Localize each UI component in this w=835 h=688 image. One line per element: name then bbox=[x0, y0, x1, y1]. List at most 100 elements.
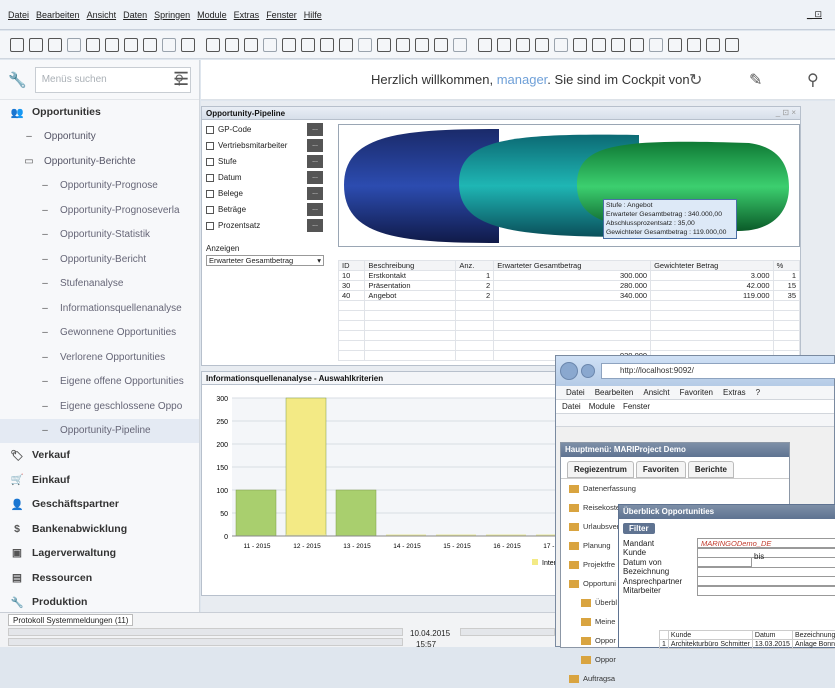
criteria-picker-button[interactable]: ... bbox=[307, 155, 323, 168]
app-menu-item[interactable]: Module bbox=[589, 402, 615, 411]
menu-4[interactable]: Springen bbox=[154, 10, 190, 20]
main-menu-item[interactable]: Auftragsa bbox=[561, 669, 789, 688]
toolbar-icon[interactable] bbox=[687, 38, 701, 52]
browser-menu-item[interactable]: Favoriten bbox=[680, 388, 713, 397]
menu-search-input[interactable]: Menüs suchen ⚲ bbox=[35, 67, 191, 93]
grid-header[interactable]: Kunde bbox=[668, 631, 752, 640]
toolbar-icon[interactable] bbox=[415, 38, 429, 52]
browser-menu-item[interactable]: Extras bbox=[723, 388, 746, 397]
bar-empfehlung[interactable] bbox=[236, 490, 276, 536]
menu-1[interactable]: Bearbeiten bbox=[36, 10, 80, 20]
toolbar-icon[interactable] bbox=[301, 38, 315, 52]
sidebar-item[interactable]: –Eigene offene Opportunities bbox=[0, 370, 199, 395]
toolbar-icon[interactable] bbox=[320, 38, 334, 52]
toolbar-icon[interactable] bbox=[282, 38, 296, 52]
sidebar-item[interactable]: –Informationsquellenanalyse bbox=[0, 296, 199, 321]
menu-7[interactable]: Fenster bbox=[266, 10, 297, 20]
toolbar-icon[interactable] bbox=[358, 38, 372, 52]
table-row[interactable]: 30Präsentation2280.00042.00015 bbox=[339, 281, 800, 291]
criteria-picker-button[interactable]: ... bbox=[307, 139, 323, 152]
sidebar-item[interactable]: ▤Ressourcen bbox=[0, 566, 199, 591]
toolbar-icon[interactable] bbox=[592, 38, 606, 52]
criteria-checkbox[interactable] bbox=[206, 190, 214, 198]
grid-header[interactable]: Bezeichnung bbox=[792, 631, 835, 640]
toolbar-icon[interactable] bbox=[649, 38, 663, 52]
window-controls[interactable]: _ ⊡ × bbox=[776, 108, 796, 117]
grid-header[interactable]: Datum bbox=[752, 631, 792, 640]
toolbar-icon[interactable] bbox=[206, 38, 220, 52]
sidebar-item[interactable]: –Gewonnene Opportunities bbox=[0, 321, 199, 346]
toolbar-icon[interactable] bbox=[105, 38, 119, 52]
toolbar-icon[interactable] bbox=[725, 38, 739, 52]
criteria-picker-button[interactable]: ... bbox=[307, 187, 323, 200]
forward-button[interactable] bbox=[581, 364, 595, 378]
menu-8[interactable]: Hilfe bbox=[304, 10, 322, 20]
column-header[interactable]: Erwarteter Gesamtbetrag bbox=[494, 261, 651, 271]
main-menu-tab[interactable]: Regiezentrum bbox=[567, 461, 634, 478]
toolbar-icon[interactable] bbox=[143, 38, 157, 52]
sidebar-item[interactable]: –Opportunity-Bericht bbox=[0, 247, 199, 272]
toolbar-icon[interactable] bbox=[478, 38, 492, 52]
sidebar-item[interactable]: 🔧Produktion bbox=[0, 590, 199, 615]
criteria-checkbox[interactable] bbox=[206, 222, 214, 230]
address-bar[interactable]: http://localhost:9092/ bbox=[601, 363, 835, 379]
sidebar-item[interactable]: –Eigene geschlossene Oppo bbox=[0, 394, 199, 419]
criteria-picker-button[interactable]: ... bbox=[307, 219, 323, 232]
sidebar-item[interactable]: –Opportunity bbox=[0, 125, 199, 150]
app-menu-item[interactable]: Datei bbox=[562, 402, 581, 411]
toolbar-icon[interactable] bbox=[86, 38, 100, 52]
criteria-picker-button[interactable]: ... bbox=[307, 123, 323, 136]
sidebar-item[interactable]: –Opportunity-Prognose bbox=[0, 174, 199, 199]
toolbar-icon[interactable] bbox=[10, 38, 24, 52]
toolbar-icon[interactable] bbox=[396, 38, 410, 52]
toolbar-icon[interactable] bbox=[181, 38, 195, 52]
column-header[interactable]: % bbox=[773, 261, 799, 271]
sidebar-item[interactable]: ▣Lagerverwaltung bbox=[0, 541, 199, 566]
column-header[interactable]: Anz. bbox=[456, 261, 494, 271]
criteria-picker-button[interactable]: ... bbox=[307, 171, 323, 184]
sidebar-item[interactable]: $Bankenabwicklung bbox=[0, 517, 199, 542]
filter-input[interactable] bbox=[697, 557, 752, 567]
filter-input[interactable]: MARINGODemo_DE bbox=[697, 538, 835, 548]
toolbar-icon[interactable] bbox=[339, 38, 353, 52]
filter-input[interactable] bbox=[697, 586, 835, 596]
column-header[interactable]: Beschreibung bbox=[365, 261, 456, 271]
menu-0[interactable]: Datei bbox=[8, 10, 29, 20]
main-menu-tab[interactable]: Berichte bbox=[688, 461, 734, 478]
main-menu-tab[interactable]: Favoriten bbox=[636, 461, 686, 478]
filter-input[interactable] bbox=[697, 567, 835, 577]
toolbar-icon[interactable] bbox=[611, 38, 625, 52]
system-messages-tab[interactable]: Protokoll Systemmeldungen (11) bbox=[8, 614, 133, 626]
criteria-checkbox[interactable] bbox=[206, 142, 214, 150]
toolbar-icon[interactable] bbox=[124, 38, 138, 52]
toolbar-icon[interactable] bbox=[434, 38, 448, 52]
table-row[interactable]: 40Angebot2340.000119.00035 bbox=[339, 291, 800, 301]
sidebar-item[interactable]: ▭Opportunity-Berichte bbox=[0, 149, 199, 174]
menu-5[interactable]: Module bbox=[197, 10, 227, 20]
wrench-icon[interactable]: 🔧 bbox=[8, 71, 27, 89]
criteria-picker-button[interactable]: ... bbox=[307, 203, 323, 216]
toolbar-icon[interactable] bbox=[630, 38, 644, 52]
hamburger-menu-icon[interactable]: ☰ bbox=[173, 69, 189, 90]
browser-menu-item[interactable]: Datei bbox=[566, 388, 585, 397]
sidebar-item[interactable]: 👤Geschäftspartner bbox=[0, 492, 199, 517]
pencil-icon[interactable]: ✎ bbox=[749, 70, 762, 90]
toolbar-icon[interactable] bbox=[516, 38, 530, 52]
toolbar-icon[interactable] bbox=[67, 38, 81, 52]
grid-row[interactable]: 1Architekturbüro Schmitter13.03.2015Anla… bbox=[660, 640, 835, 649]
criteria-checkbox[interactable] bbox=[206, 206, 214, 214]
window-controls[interactable]: _ ⊡ bbox=[807, 9, 822, 20]
sidebar-item[interactable]: –Opportunity-Statistik bbox=[0, 223, 199, 248]
toolbar-icon[interactable] bbox=[225, 38, 239, 52]
menu-6[interactable]: Extras bbox=[234, 10, 260, 20]
sidebar-item[interactable]: 🛒Einkauf bbox=[0, 468, 199, 493]
criteria-checkbox[interactable] bbox=[206, 126, 214, 134]
toolbar-icon[interactable] bbox=[162, 38, 176, 52]
search-icon[interactable]: ⚲ bbox=[807, 70, 819, 90]
bar-empfehlung[interactable] bbox=[336, 490, 376, 536]
refresh-icon[interactable]: ↻ bbox=[689, 70, 702, 90]
filter-button[interactable]: Filter bbox=[623, 523, 655, 534]
criteria-checkbox[interactable] bbox=[206, 158, 214, 166]
column-header[interactable]: ID bbox=[339, 261, 365, 271]
sidebar-item[interactable]: –Opportunity-Prognoseverla bbox=[0, 198, 199, 223]
